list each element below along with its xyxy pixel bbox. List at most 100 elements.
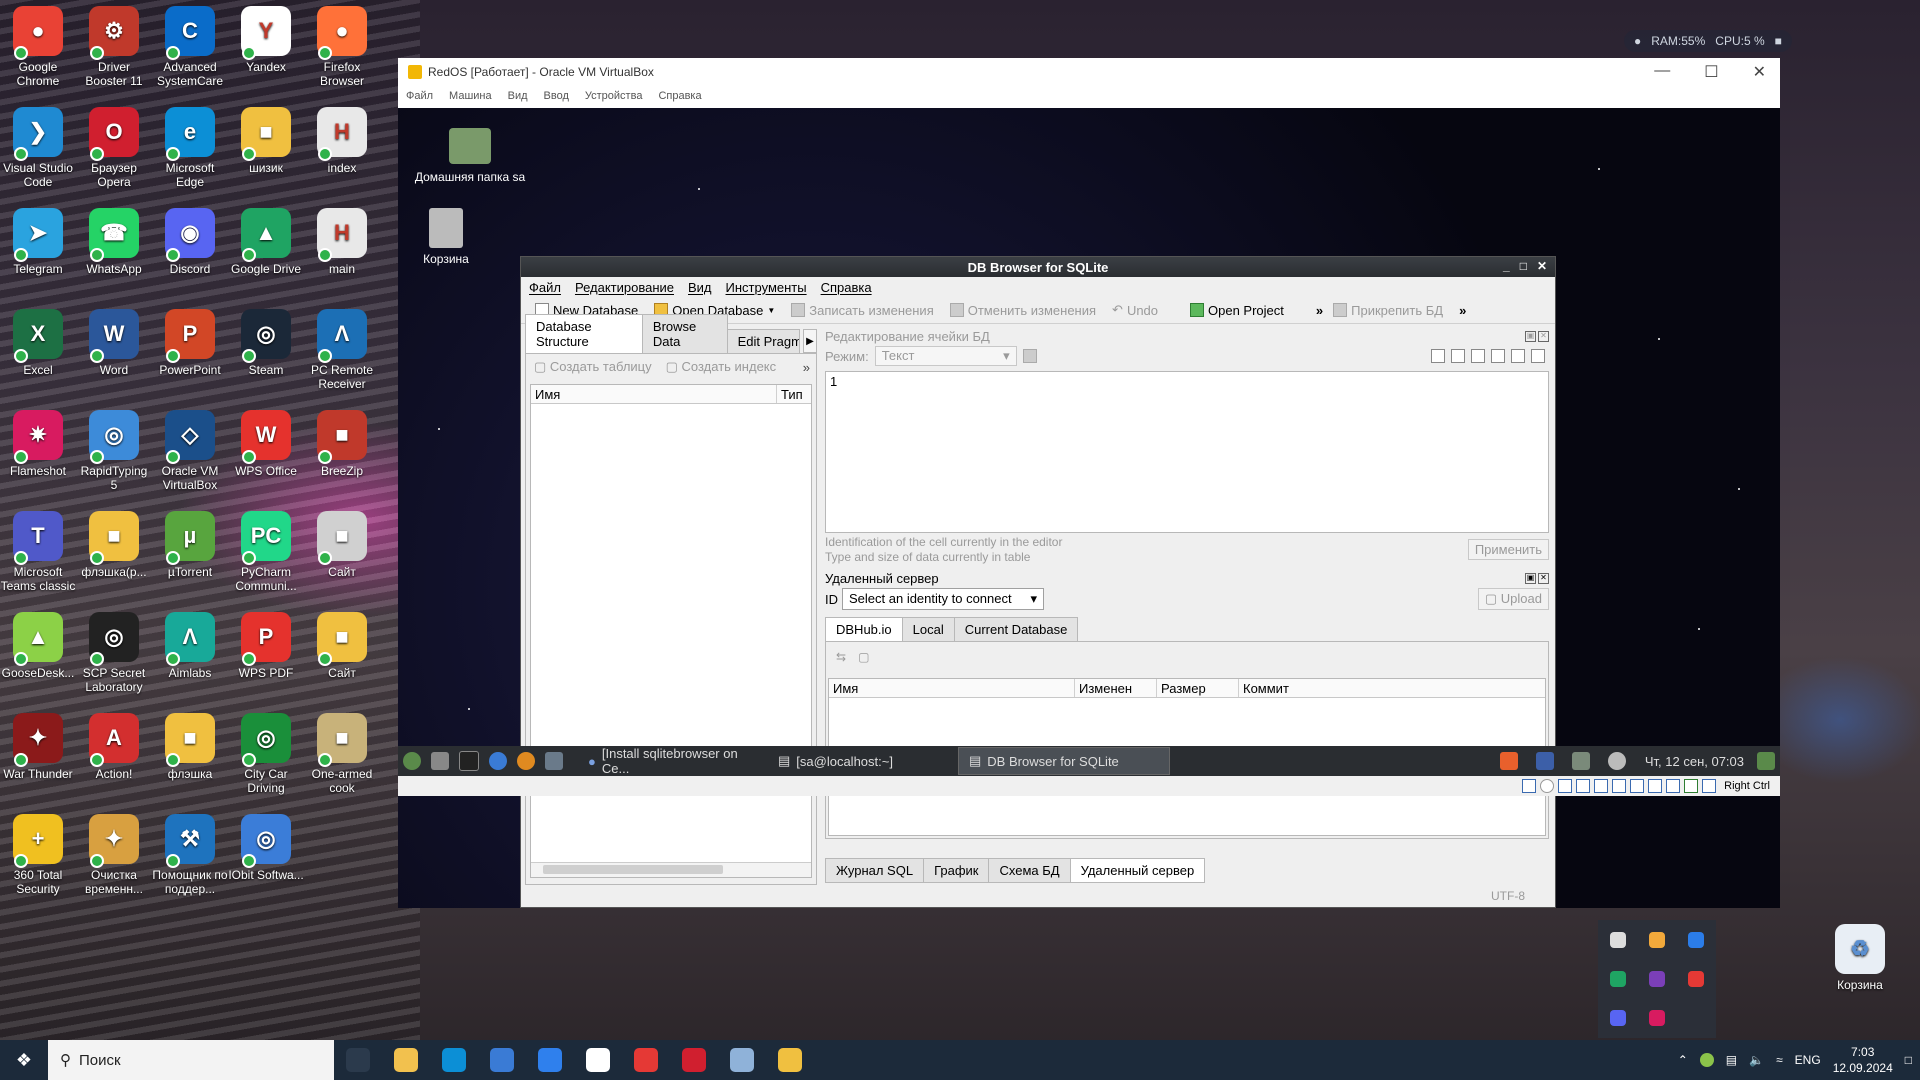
desktop-icon[interactable]: ➤ Telegram <box>0 202 76 276</box>
desktop-icon[interactable]: ◎ RapidTyping 5 <box>76 404 152 492</box>
desktop-icon[interactable]: ■ флэшка(p... <box>76 505 152 579</box>
desktop-icon[interactable]: W WPS Office <box>228 404 304 478</box>
open-in-app-icon[interactable] <box>1511 349 1525 363</box>
col-commit[interactable]: Коммит <box>1239 679 1545 697</box>
taskbar-app-yandex[interactable] <box>574 1040 622 1080</box>
taskbar-app-virtualbox[interactable] <box>718 1040 766 1080</box>
taskbar-app-task-view[interactable] <box>334 1040 382 1080</box>
desktop-icon[interactable]: ◎ SCP Secret Laboratory <box>76 606 152 694</box>
set-null-icon[interactable] <box>1471 349 1485 363</box>
vbox-menu-help[interactable]: Справка <box>658 90 701 102</box>
desktop-icon[interactable]: ✦ War Thunder <box>0 707 76 781</box>
tray-overflow-chevron-icon[interactable]: ⌃ <box>1678 1053 1688 1067</box>
db-menu-tools[interactable]: Инструменты <box>726 280 807 295</box>
tab-edit-pragmas[interactable]: Edit Pragma <box>726 329 800 353</box>
db-menu-help[interactable]: Справка <box>821 280 872 295</box>
create-table-button[interactable]: ▢ Создать таблицу <box>534 359 652 375</box>
create-index-button[interactable]: ▢ Создать индекс <box>666 359 777 375</box>
desktop-icon[interactable]: e Microsoft Edge <box>152 101 228 189</box>
revert-changes-button[interactable]: Отменить изменения <box>944 301 1102 320</box>
tab-remote[interactable]: Удаленный сервер <box>1069 858 1206 883</box>
desktop-icon[interactable]: ■ Сайт <box>304 606 380 680</box>
tab-database-structure[interactable]: Database Structure <box>525 314 643 354</box>
auto-format-icon[interactable] <box>1022 349 1037 363</box>
import-icon[interactable] <box>1431 349 1445 363</box>
optical-icon[interactable] <box>1540 779 1555 793</box>
vbox-menu-file[interactable]: Файл <box>406 90 433 102</box>
vbox-menu-input[interactable]: Ввод <box>544 90 569 102</box>
clone-icon[interactable]: ▢ <box>858 650 869 664</box>
guest-terminal-icon[interactable] <box>459 751 479 771</box>
chrome-tray-icon[interactable] <box>1648 931 1665 948</box>
start-button[interactable]: ❖ <box>0 1040 48 1080</box>
network-icon[interactable] <box>1571 752 1590 770</box>
desktop-icon[interactable]: ⚒ Помощник по поддер... <box>152 808 228 896</box>
vbox-menu-view[interactable]: Вид <box>508 90 528 102</box>
vbox-menu-devices[interactable]: Устройства <box>585 90 643 102</box>
upload-button[interactable]: ▢ Upload <box>1477 588 1549 610</box>
yandex-tray-icon[interactable] <box>1688 970 1705 987</box>
toolbar-overflow-icon[interactable]: » <box>1316 303 1323 318</box>
dock-close-icon[interactable]: ✕ <box>1538 330 1549 342</box>
apply-button[interactable]: Применить <box>1467 539 1549 560</box>
desktop-icon[interactable]: PC PyCharm Communi... <box>228 505 304 593</box>
shield-tray-icon[interactable] <box>1699 1053 1714 1067</box>
guest-browser-icon[interactable] <box>489 752 507 770</box>
guest-trash[interactable]: Корзина <box>376 208 516 266</box>
taskbar-app-explorer[interactable] <box>382 1040 430 1080</box>
desktop-icon[interactable]: ■ шизик <box>228 101 304 175</box>
chevron-down-icon[interactable]: ▼ <box>767 306 775 315</box>
volume-tray-icon[interactable]: 🔈 <box>1749 1053 1764 1067</box>
desktop-icon[interactable]: Λ Aimlabs <box>152 606 228 680</box>
guest-search-icon[interactable] <box>517 752 535 770</box>
guest-task-install[interactable]: ● [Install sqlitebrowser on Ce... <box>578 746 768 776</box>
desktop-icon-recycle-bin[interactable]: ♻ Корзина <box>1822 918 1898 992</box>
taskbar-app-yandex-browser[interactable] <box>622 1040 670 1080</box>
identity-select[interactable]: Select an identity to connect ▾ <box>842 588 1044 610</box>
db-close-button[interactable]: ✕ <box>1537 259 1547 273</box>
display-icon[interactable] <box>1630 779 1645 793</box>
taskbar-app-folder-sqlite[interactable] <box>766 1040 814 1080</box>
shared-folders-icon[interactable] <box>1612 779 1627 793</box>
audio-icon[interactable] <box>1558 779 1573 793</box>
taskbar-clock[interactable]: 7:03 12.09.2024 <box>1833 1044 1893 1076</box>
desktop-icon[interactable]: ■ флэшка <box>152 707 228 781</box>
taskbar-app-edge[interactable] <box>430 1040 478 1080</box>
taskbar-app-opera[interactable] <box>670 1040 718 1080</box>
desktop-icon[interactable]: ◎ Steam <box>228 303 304 377</box>
usb-tray-icon[interactable] <box>1609 931 1626 948</box>
volume-icon[interactable] <box>1607 752 1626 770</box>
desktop-icon[interactable]: Hindex <box>304 101 380 175</box>
tree-header-name[interactable]: Имя <box>531 385 777 403</box>
mode-select[interactable]: Текст ▾ <box>874 346 1017 366</box>
guest-start-icon[interactable] <box>403 752 421 770</box>
desktop-icon[interactable]: ◎ City Car Driving <box>228 707 304 795</box>
notifications-icon[interactable]: □ <box>1905 1053 1912 1067</box>
tab-current-database[interactable]: Current Database <box>953 617 1079 641</box>
taskbar-app-mail[interactable] <box>526 1040 574 1080</box>
desktop-icon[interactable]: P PowerPoint <box>152 303 228 377</box>
print-icon[interactable] <box>1531 349 1545 363</box>
taskbar-app-store[interactable] <box>478 1040 526 1080</box>
tab-dbhub[interactable]: DBHub.io <box>825 617 903 642</box>
network-adapter-icon[interactable] <box>1576 779 1591 793</box>
desktop-icon[interactable]: P WPS PDF <box>228 606 304 680</box>
guest-monitor-icon[interactable] <box>545 752 563 770</box>
desktop-icon[interactable]: ⚙ Driver Booster 11 <box>76 0 152 88</box>
col-name[interactable]: Имя <box>829 679 1075 697</box>
tree-header-type[interactable]: Тип <box>777 385 811 403</box>
desktop-icon[interactable]: ■ Сайт <box>304 505 380 579</box>
desktop-icon[interactable]: ▲ GooseDesk... <box>0 606 76 680</box>
hdd-icon[interactable] <box>1522 779 1537 793</box>
guest-shield-icon[interactable] <box>1499 752 1518 770</box>
tab-scroll-right-icon[interactable]: ▶ <box>803 329 817 353</box>
desktop-icon[interactable]: Λ PC Remote Receiver <box>304 303 380 391</box>
flameshot-tray-icon[interactable] <box>1648 1010 1665 1027</box>
recording-icon[interactable] <box>1648 779 1663 793</box>
language-indicator[interactable]: ENG <box>1795 1053 1821 1067</box>
col-size[interactable]: Размер <box>1157 679 1239 697</box>
discord-tray-icon[interactable] <box>1609 1010 1626 1027</box>
attach-db-button[interactable]: Прикрепить БД <box>1327 301 1449 320</box>
desktop-icon[interactable]: ◇ Oracle VM VirtualBox <box>152 404 228 492</box>
drive-tray-icon[interactable] <box>1609 970 1626 987</box>
